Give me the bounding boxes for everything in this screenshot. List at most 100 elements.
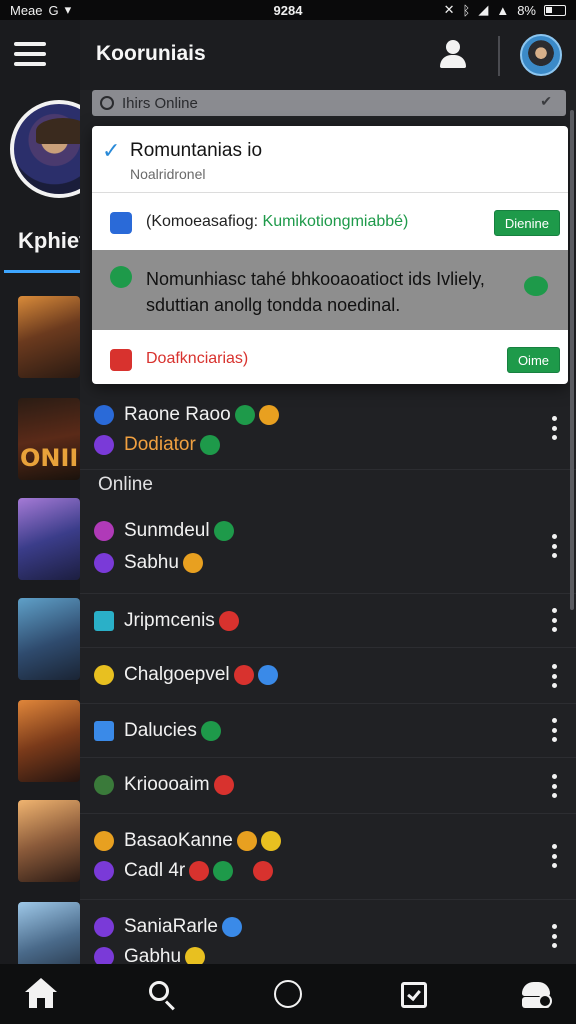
badge-icon: [233, 665, 254, 685]
online-filter[interactable]: Ihirs Online ✔: [92, 90, 566, 116]
kebab-menu-icon[interactable]: [552, 924, 558, 948]
list-item[interactable]: Dalucies: [80, 704, 576, 758]
popup-title: Romuntanias io: [130, 140, 263, 161]
status-bar: Meae G ▾ 9284 ✕ ᛒ ◢ ▲ 8%: [0, 0, 576, 20]
game-thumbnail[interactable]: [18, 398, 80, 480]
friend-status: Dodiator: [124, 434, 196, 455]
request-accent: Kumikotiongmiabbé): [262, 213, 409, 230]
badge-icon: [185, 947, 206, 964]
kebab-menu-icon[interactable]: [552, 416, 558, 440]
game-thumbnail[interactable]: [18, 800, 80, 882]
status-icon: [94, 521, 114, 541]
kebab-menu-icon[interactable]: [552, 718, 558, 742]
game-thumbnail[interactable]: [18, 296, 80, 378]
kebab-menu-icon[interactable]: [552, 664, 558, 688]
notification-popup: ✓ Romuntanias io Noalridronel (Komoeasaf…: [92, 126, 568, 384]
circle-icon[interactable]: [272, 978, 306, 1012]
status-time: 9284: [273, 2, 303, 18]
friend-name: BasaoKanne: [124, 830, 233, 851]
game-thumbnail[interactable]: [18, 598, 80, 680]
badge-icon: [234, 405, 255, 425]
dismiss-button[interactable]: Dienine: [493, 210, 560, 236]
game-thumbnail[interactable]: [18, 498, 80, 580]
list-item[interactable]: Chalgoepvel: [80, 648, 576, 704]
popup-row-message[interactable]: Nomunhiasc tahé bhkooaoatioct ids Ivliel…: [92, 250, 568, 330]
check-icon: ✓: [102, 138, 121, 163]
search-icon[interactable]: [146, 978, 180, 1012]
list-item[interactable]: SaniaRarle Gabhu: [80, 900, 576, 964]
friend-status: Sabhu: [124, 552, 179, 573]
profile-settings-icon[interactable]: [520, 978, 554, 1012]
page-title: Kooruniais: [96, 42, 206, 65]
message-text: Nomunhiasc tahé bhkooaoatioct ids Ivliel…: [146, 269, 485, 315]
divider: [92, 192, 568, 193]
clipboard-check-icon[interactable]: [398, 978, 432, 1012]
badge-icon: [257, 665, 278, 685]
badge-icon: [218, 611, 239, 631]
list-item[interactable]: Raone Raoo Dodiator: [80, 386, 576, 470]
kebab-menu-icon[interactable]: [552, 534, 558, 558]
friend-name: Jripmcenis: [124, 610, 215, 631]
kebab-menu-icon[interactable]: [552, 844, 558, 868]
friend-name: Krioooaim: [124, 774, 210, 795]
friend-status: Cadl 4r: [124, 860, 186, 881]
badge-icon: [260, 831, 281, 851]
rail-tab-indicator: [4, 270, 80, 273]
badge-icon: [222, 917, 242, 937]
left-rail: Kphiet: [0, 20, 80, 964]
main-panel: Kooruniais Ihirs Online ✔ Raone Raoo Dod…: [80, 20, 576, 964]
friend-name: Raone Raoo: [124, 404, 231, 425]
badge-icon: [258, 405, 279, 425]
popup-row-text: (Komoeasafiog: Kumikotiongmiabbé): [146, 213, 408, 231]
game-thumbnail[interactable]: [18, 902, 80, 964]
chat-icon[interactable]: [524, 276, 548, 296]
badge-icon: [200, 721, 221, 741]
friend-name: Chalgoepvel: [124, 664, 230, 685]
badge-icon: [213, 861, 234, 881]
list-item[interactable]: Jripmcenis: [80, 594, 576, 648]
kebab-menu-icon[interactable]: [552, 608, 558, 632]
popup-row-request: (Komoeasafiog: Kumikotiongmiabbé) Dienin…: [92, 198, 568, 248]
popup-header: ✓ Romuntanias io Noalridronel: [92, 126, 568, 192]
bottom-nav: [0, 964, 576, 1024]
badge-icon: [213, 521, 234, 541]
friend-status: Gabhu: [124, 946, 182, 964]
profile-avatar[interactable]: [10, 100, 80, 198]
list-item[interactable]: BasaoKanne Cadl 4r: [80, 814, 576, 900]
kebab-menu-icon[interactable]: [552, 774, 558, 798]
open-button[interactable]: Oime: [506, 347, 560, 373]
badge-icon: [253, 861, 274, 881]
header-divider: [498, 36, 500, 76]
badge-icon: [236, 831, 257, 851]
location-pin-icon: [110, 266, 132, 288]
calendar-icon: [110, 212, 132, 234]
section-label: Online: [98, 474, 153, 495]
status-dot-icon: [100, 96, 114, 110]
status-icon: [94, 611, 114, 631]
status-icon: [94, 775, 114, 795]
popup-subtitle: Noalridronel: [130, 166, 206, 182]
badge-icon: [199, 435, 220, 455]
status-icon: [94, 435, 114, 455]
scrollbar[interactable]: [570, 110, 574, 610]
status-icon: [94, 947, 114, 964]
rail-label[interactable]: Kphiet: [18, 228, 80, 254]
hamburger-icon[interactable]: [14, 42, 46, 66]
header-avatar[interactable]: [520, 34, 562, 76]
status-icon: [94, 831, 114, 851]
alert-icon: [110, 349, 132, 371]
status-icon: [94, 917, 114, 937]
badge-icon: [182, 553, 203, 573]
friend-name: Dalucies: [124, 720, 197, 741]
friend-name: Sunmdeul: [124, 520, 210, 541]
home-icon[interactable]: [24, 978, 58, 1012]
list-item[interactable]: Krioooaim: [80, 758, 576, 814]
status-icon: [94, 665, 114, 685]
status-icon: [94, 553, 114, 573]
list-item[interactable]: Sunmdeul Sabhu: [80, 504, 576, 594]
user-icon[interactable]: [438, 38, 468, 70]
chevron-down-icon[interactable]: ✔: [540, 93, 552, 110]
game-thumbnail[interactable]: [18, 700, 80, 782]
header: Kooruniais: [80, 20, 576, 90]
status-icon: [94, 405, 114, 425]
